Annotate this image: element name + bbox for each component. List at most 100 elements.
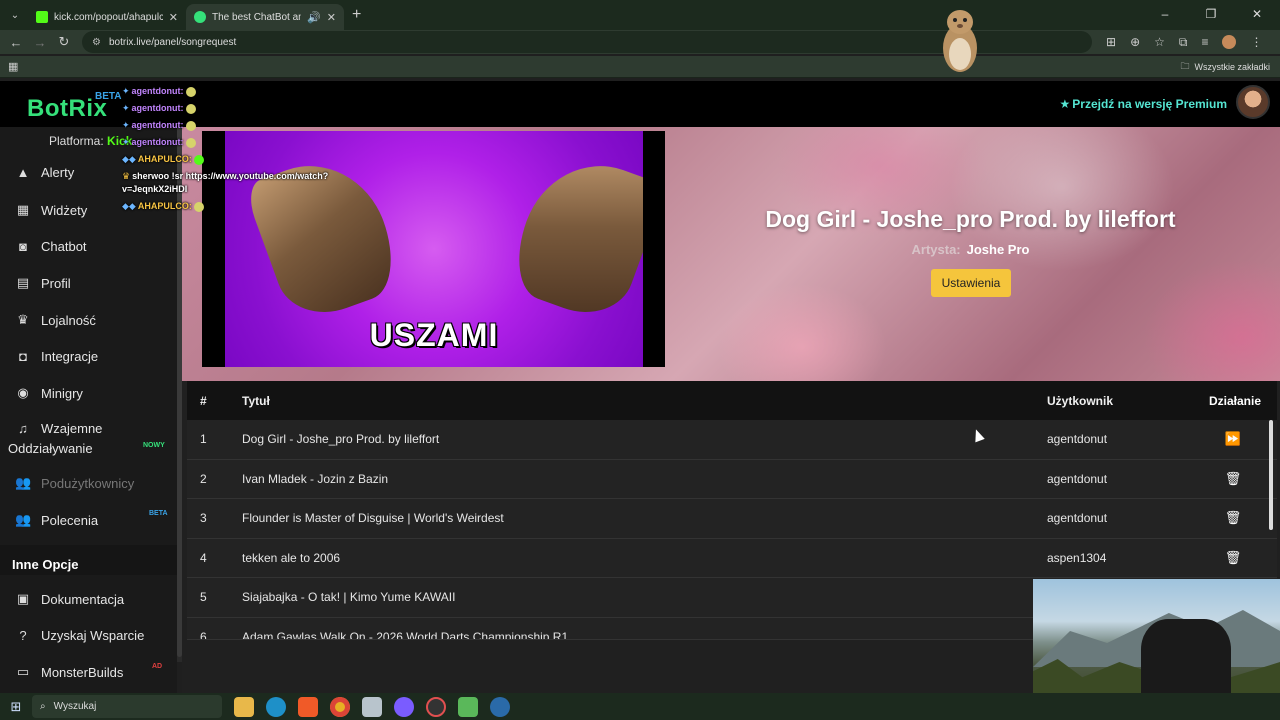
- chat-app-icon[interactable]: [458, 696, 478, 717]
- skip-icon[interactable]: ⏩: [1209, 431, 1257, 447]
- browser-profile-avatar[interactable]: [1222, 35, 1237, 49]
- sidebar-item-integracje[interactable]: ◘ Integracje: [15, 349, 98, 364]
- site-info-icon[interactable]: ⚙: [92, 37, 101, 48]
- chat-message: ✦ agentdonut:: [122, 137, 196, 148]
- artist-line: Artysta: Joshe Pro: [702, 242, 1239, 257]
- sidebar-item-label-line2[interactable]: Oddziaływanie: [8, 441, 93, 456]
- sidebar-item-chatbot[interactable]: ◙ Chatbot: [15, 239, 86, 254]
- window-controls: – ❐ ✕: [1142, 0, 1280, 28]
- zoom-icon[interactable]: ⊕: [1130, 35, 1140, 49]
- chat-username: agentdonut:: [131, 120, 184, 130]
- sidebar-item-poduzytkownicy[interactable]: 👥 Podużytkownicy: [15, 475, 134, 491]
- browser-tab-botrix[interactable]: The best ChatBot and Widg... 🔊 ✕: [186, 4, 344, 30]
- brave-icon[interactable]: [298, 696, 318, 717]
- trash-icon[interactable]: 🗑: [1209, 471, 1257, 487]
- video-player[interactable]: USZAMI: [202, 131, 665, 367]
- new-badge: NOWY: [143, 442, 165, 449]
- row-num: 1: [200, 432, 207, 447]
- sidebar-item-profil[interactable]: ▤ Profil: [15, 275, 71, 291]
- menu-icon[interactable]: ⋮: [1250, 35, 1262, 49]
- sidebar-item-label: Polecenia: [41, 512, 99, 528]
- chrome-icon[interactable]: [330, 696, 350, 717]
- back-button[interactable]: ←: [4, 35, 28, 50]
- trash-icon[interactable]: 🗑: [1209, 510, 1257, 526]
- search-icon: ⌕: [40, 701, 46, 712]
- question-icon: ?: [19, 628, 27, 643]
- header-user: Użytkownik: [1047, 393, 1114, 408]
- speaker-icon[interactable]: 🔊: [307, 11, 321, 24]
- settings-button[interactable]: Ustawienia: [931, 269, 1011, 297]
- row-title: Dog Girl - Joshe_pro Prod. by lileffort: [242, 432, 440, 447]
- star-icon: ★: [1059, 97, 1071, 111]
- extensions-icon[interactable]: ⧉: [1179, 35, 1188, 50]
- forward-button[interactable]: →: [28, 35, 52, 50]
- folder-icon: 🗀: [1180, 60, 1190, 71]
- sidebar-item-alerty[interactable]: ▲ Alerty: [15, 165, 75, 180]
- bookmark-star-icon[interactable]: ☆: [1154, 35, 1165, 49]
- sidebar-item-dokumentacja[interactable]: ▣ Dokumentacja: [15, 591, 124, 607]
- premium-link[interactable]: ★ Przejdź na wersję Premium: [1060, 97, 1228, 111]
- minimize-button[interactable]: –: [1142, 0, 1188, 28]
- table-row: 4 tekken ale to 2006 aspen1304 🗑: [187, 539, 1277, 578]
- translate-icon[interactable]: ⊞: [1106, 35, 1116, 49]
- app-icon[interactable]: [362, 696, 382, 717]
- sidebar-item-wsparcie[interactable]: ? Uzyskaj Wsparcie: [15, 628, 144, 643]
- chat-badge-icon: ◆◆: [122, 154, 136, 164]
- taskbar-search[interactable]: ⌕ Wyszukaj: [32, 695, 222, 718]
- chat-username: agentdonut:: [131, 103, 184, 113]
- new-tab-button[interactable]: +: [352, 6, 361, 24]
- obs-icon[interactable]: [426, 696, 446, 717]
- sidebar-item-label: Widżety: [41, 202, 88, 218]
- emote-icon: [185, 120, 196, 131]
- tab-label: The best ChatBot and Widg...: [212, 11, 302, 23]
- media-icon[interactable]: ≡: [1201, 35, 1208, 49]
- row-title: Ivan Mladek - Jozin z Bazin: [242, 471, 389, 486]
- discord-icon[interactable]: [394, 696, 414, 717]
- all-bookmarks-button[interactable]: 🗀 Wszystkie zakładki: [1180, 59, 1270, 75]
- chat-message: ✦ agentdonut:: [122, 120, 196, 131]
- row-user: agentdonut: [1047, 432, 1108, 447]
- sidebar-item-monsterbuilds[interactable]: ▭ MonsterBuilds: [15, 664, 124, 680]
- sidebar-item-wzajemne[interactable]: ♫ Wzajemne: [15, 421, 102, 436]
- sidebar-item-lojalnosc[interactable]: ♛ Lojalność: [15, 312, 96, 328]
- chat-message: ◆◆ AHAPULCO:: [122, 154, 204, 165]
- sidebar-item-widzety[interactable]: ▦ Widżety: [15, 202, 87, 218]
- kick-favicon-icon: [36, 11, 48, 23]
- steam-icon[interactable]: [490, 696, 510, 717]
- user-avatar[interactable]: [1236, 85, 1270, 119]
- row-title: Siajabajka - O tak! | Kimo Yume KAWAII: [242, 590, 456, 605]
- ear-right-image: [502, 145, 643, 327]
- chat-message: ♛ sherwoo !sr https://www.youtube.com/wat…: [122, 171, 328, 182]
- header-num: #: [200, 393, 207, 408]
- row-num: 3: [200, 511, 207, 526]
- ad-badge: AD: [152, 663, 163, 670]
- row-title: Adam Gawlas Walk On - 2026 World Darts C…: [242, 629, 569, 640]
- artist-name: Joshe Pro: [966, 242, 1030, 257]
- table-scrollbar[interactable]: [1269, 420, 1273, 530]
- file-explorer-icon[interactable]: [234, 696, 254, 717]
- reload-button[interactable]: ↻: [52, 34, 76, 50]
- gamepad-icon: ◉: [17, 385, 29, 400]
- chat-username: agentdonut:: [131, 137, 184, 147]
- table-row: 3 Flounder is Master of Disguise | World…: [187, 499, 1277, 539]
- apps-icon[interactable]: ▦: [8, 60, 18, 73]
- sidebar-item-label: Alerty: [41, 165, 75, 180]
- chat-message-cont: v=JeqnkX2iHDI: [122, 184, 187, 194]
- edge-icon[interactable]: [266, 696, 286, 717]
- emote-icon: [193, 154, 204, 165]
- browser-tab-kick[interactable]: kick.com/popout/ahapulco/ch... ✕: [28, 4, 186, 30]
- table-header: # Tytuł Użytkownik Działanie: [187, 381, 1277, 420]
- sidebar-item-polecenia[interactable]: 👥 Polecenia: [15, 512, 98, 528]
- hamster-overlay-image: [943, 10, 977, 72]
- row-user: aspen1304: [1047, 550, 1107, 565]
- close-icon[interactable]: ✕: [169, 11, 178, 24]
- restore-button[interactable]: ❐: [1188, 0, 1234, 28]
- trash-icon[interactable]: 🗑: [1209, 550, 1257, 566]
- close-icon[interactable]: ✕: [327, 11, 336, 24]
- sidebar-item-minigry[interactable]: ◉ Minigry: [15, 385, 83, 401]
- close-window-button[interactable]: ✕: [1234, 0, 1280, 28]
- tab-search-icon[interactable]: ⌄: [2, 4, 28, 26]
- sidebar-item-label: Oddziaływanie: [8, 441, 93, 456]
- row-title: tekken ale to 2006: [242, 550, 341, 565]
- windows-start-icon[interactable]: ⊞: [0, 699, 32, 715]
